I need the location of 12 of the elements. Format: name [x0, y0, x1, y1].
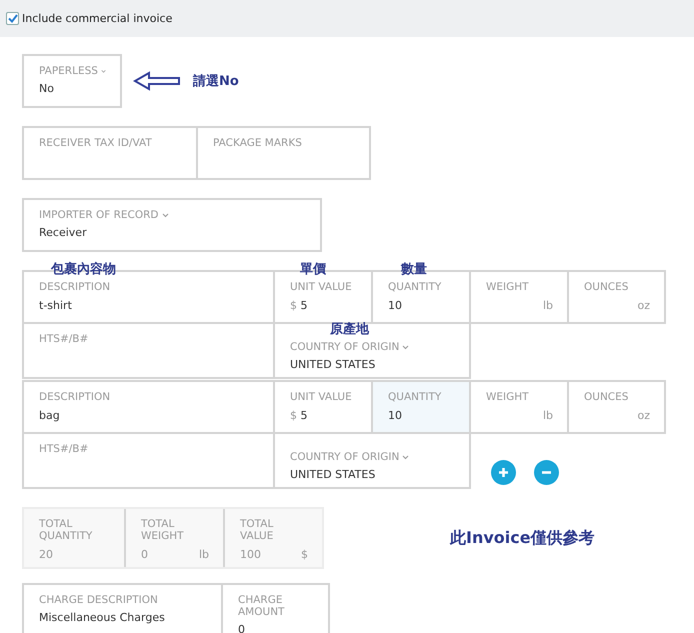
- annotation-text: 請選No: [193, 73, 239, 90]
- remove-button[interactable]: [534, 460, 559, 486]
- importer-dropdown[interactable]: IMPORTER OF RECORD Receiver: [22, 198, 322, 252]
- plus-icon: [498, 467, 509, 478]
- annotation-text: 此Invoice僅供參考: [450, 528, 595, 549]
- checkbox-label: Include commercial invoice: [22, 12, 172, 25]
- paperless-dropdown[interactable]: PAPERLESS No: [22, 54, 122, 108]
- field-label: IMPORTER OF RECORD: [39, 209, 306, 222]
- add-button[interactable]: [491, 460, 516, 486]
- field-label: PAPERLESS: [39, 65, 106, 78]
- left-arrow-icon: [133, 71, 181, 91]
- invoice-checkbox[interactable]: [6, 12, 19, 25]
